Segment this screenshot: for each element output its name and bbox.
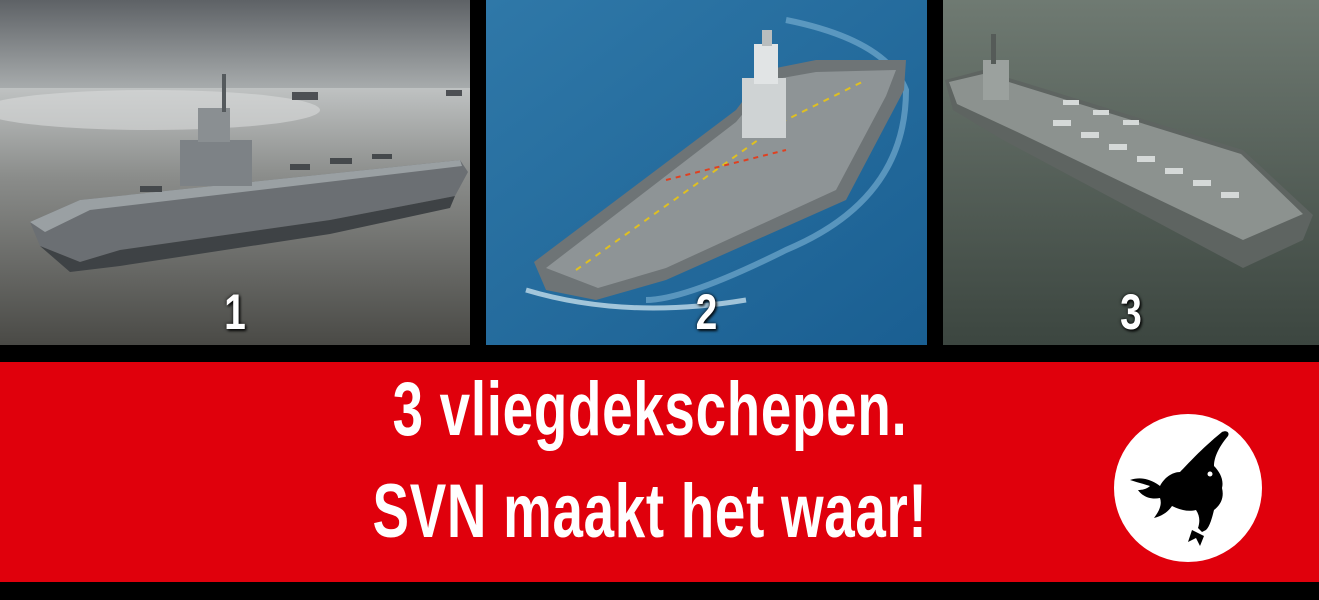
headline-line-1: 3 vliegdekschepen. xyxy=(392,367,908,452)
carrier-photo-3: 3 xyxy=(943,0,1319,345)
photo-number-1: 1 xyxy=(224,284,246,340)
poster: 1 2 3 3 vliegdekschepen. SVN maakt het w… xyxy=(0,0,1319,600)
crow-icon xyxy=(1130,431,1229,546)
carrier-photo-1: 1 xyxy=(0,0,470,345)
headline-banner: 3 vliegdekschepen. SVN maakt het waar! xyxy=(0,362,1319,582)
photo-number-3: 3 xyxy=(1120,284,1142,340)
carrier-photo-2: 2 xyxy=(486,0,927,345)
headline-line-2: SVN maakt het waar! xyxy=(372,469,928,554)
crow-logo xyxy=(1114,414,1262,562)
photo-number-2: 2 xyxy=(695,284,718,340)
